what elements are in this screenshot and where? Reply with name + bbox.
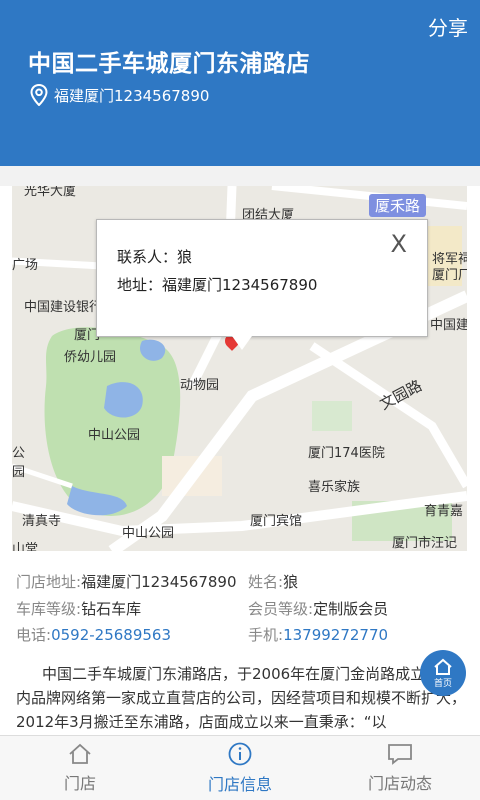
home-fab-label: 首页	[433, 678, 452, 689]
message-icon	[388, 744, 412, 765]
mobile-label: 手机:	[248, 626, 284, 644]
tab-label: 门店信息	[207, 775, 272, 794]
tab-store[interactable]: 门店	[0, 736, 160, 800]
address-label: 门店地址:	[16, 573, 82, 591]
section-gap	[0, 166, 480, 186]
home-icon	[434, 658, 452, 675]
address-value: 福建厦门1234567890	[81, 573, 237, 591]
map-label: 光华大厦	[24, 186, 77, 199]
member-value: 定制版会员	[313, 600, 389, 618]
popup-address: 地址：福建厦门1234567890	[117, 276, 318, 294]
info-icon	[228, 742, 252, 766]
map-label: 厦门174医院	[308, 446, 385, 461]
tab-label: 门店动态	[367, 774, 432, 793]
map-label: 厦门宾馆	[250, 514, 303, 529]
member-label: 会员等级:	[248, 600, 314, 618]
phone-row[interactable]: 电话:0592-25689563	[16, 624, 171, 645]
mobile-link[interactable]: 13799272770	[283, 626, 388, 644]
map-label: 侨幼儿园	[64, 350, 117, 365]
store-title: 中国二手车城厦门东浦路店	[28, 51, 310, 77]
map-label: 中国建设银行	[24, 300, 103, 315]
popup-contact: 联系人：狼	[117, 248, 193, 266]
name-value: 狼	[283, 573, 299, 591]
popup-close-button[interactable]: X	[391, 230, 407, 258]
bottom-tab-bar: 门店 门店信息 门店动态	[0, 735, 480, 800]
map-info-popup: 联系人：狼 地址：福建厦门1234567890 X	[96, 219, 428, 350]
garage-value: 钻石车库	[81, 600, 142, 618]
map-label: 喜乐家族	[308, 480, 361, 495]
member-row: 会员等级:定制版会员	[248, 598, 388, 619]
home-fab-button[interactable]: 首页	[420, 650, 466, 696]
map-label: 中山公园	[122, 526, 175, 541]
map-label: 育青嘉	[424, 504, 464, 519]
location-row: 福建厦门1234567890	[30, 84, 209, 106]
map-label: 公园	[12, 446, 26, 480]
name-row: 姓名:狼	[248, 571, 298, 592]
tab-store-info[interactable]: 门店信息	[160, 736, 320, 800]
location-pin-icon	[30, 84, 48, 106]
map-label: 广场	[12, 258, 39, 273]
name-label: 姓名:	[248, 573, 284, 591]
location-text: 福建厦门1234567890	[54, 86, 210, 105]
phone-label: 电话:	[16, 626, 52, 644]
road-chip: 厦禾路	[369, 194, 427, 217]
garage-row: 车库等级:钻石车库	[16, 598, 141, 619]
map-label: 厦门市汪记	[392, 536, 458, 551]
map-label: 中国建	[430, 318, 467, 333]
share-button[interactable]: 分享	[428, 12, 468, 41]
home-icon	[69, 743, 91, 764]
app-header: 分享 中国二手车城厦门东浦路店 福建厦门1234567890	[0, 0, 480, 166]
phone-link[interactable]: 0592-25689563	[51, 626, 171, 644]
tab-label: 门店	[63, 774, 96, 793]
map-label: 动物园	[180, 378, 220, 393]
tab-store-news[interactable]: 门店动态	[320, 736, 480, 800]
map-label: 山堂	[12, 542, 39, 551]
store-address-row: 门店地址:福建厦门1234567890	[16, 571, 237, 592]
map-label: 厦门厂	[432, 268, 467, 283]
store-description: 中国二手车城厦门东浦路店，于2006年在厦门金尚路成立是国内品牌网络第一家成立直…	[16, 665, 467, 731]
mobile-row[interactable]: 手机:13799272770	[248, 624, 388, 645]
map-label: 中山公园	[88, 428, 141, 443]
map-label: 清真寺	[22, 514, 62, 529]
garage-label: 车库等级:	[16, 600, 82, 618]
